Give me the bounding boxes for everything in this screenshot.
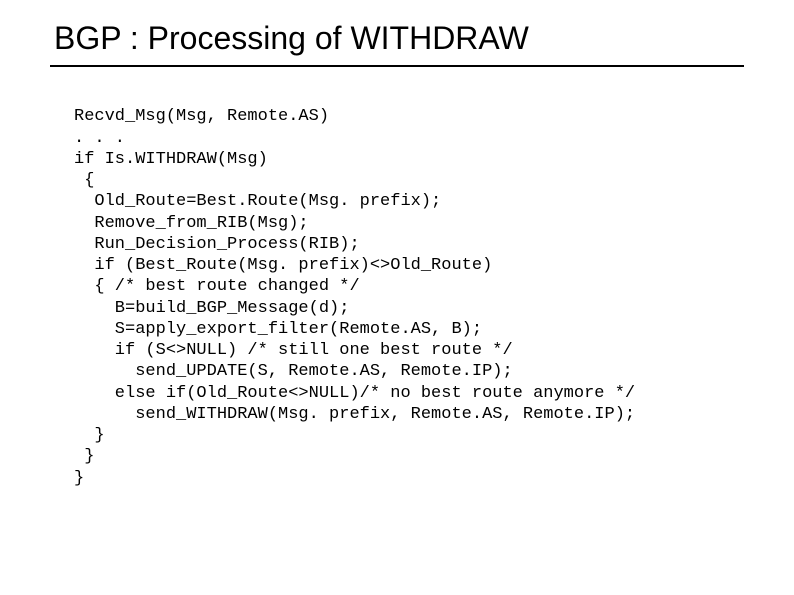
code-line: Remove_from_RIB(Msg); — [74, 214, 309, 233]
code-line: if (Best_Route(Msg. prefix)<>Old_Route) — [74, 256, 492, 275]
code-line: Recvd_Msg(Msg, Remote.AS) — [74, 107, 329, 126]
title-divider — [50, 65, 744, 67]
code-line: if Is.WITHDRAW(Msg) — [74, 150, 268, 169]
slide-container: BGP : Processing of WITHDRAW Recvd_Msg(M… — [0, 0, 794, 530]
code-block: Recvd_Msg(Msg, Remote.AS) . . . if Is.WI… — [74, 85, 744, 510]
code-line: } — [74, 447, 94, 466]
code-line: Run_Decision_Process(RIB); — [74, 235, 360, 254]
code-line: Old_Route=Best.Route(Msg. prefix); — [74, 192, 441, 211]
code-line: else if(Old_Route<>NULL)/* no best route… — [74, 384, 635, 403]
slide-title: BGP : Processing of WITHDRAW — [54, 20, 744, 57]
code-line: { — [74, 171, 94, 190]
code-line: S=apply_export_filter(Remote.AS, B); — [74, 320, 482, 339]
code-line: send_WITHDRAW(Msg. prefix, Remote.AS, Re… — [74, 405, 635, 424]
code-line: { /* best route changed */ — [74, 277, 360, 296]
code-line: send_UPDATE(S, Remote.AS, Remote.IP); — [74, 362, 513, 381]
code-line: . . . — [74, 129, 125, 148]
code-line: } — [74, 469, 84, 488]
code-line: } — [74, 426, 105, 445]
code-line: if (S<>NULL) /* still one best route */ — [74, 341, 513, 360]
code-line: B=build_BGP_Message(d); — [74, 299, 349, 318]
